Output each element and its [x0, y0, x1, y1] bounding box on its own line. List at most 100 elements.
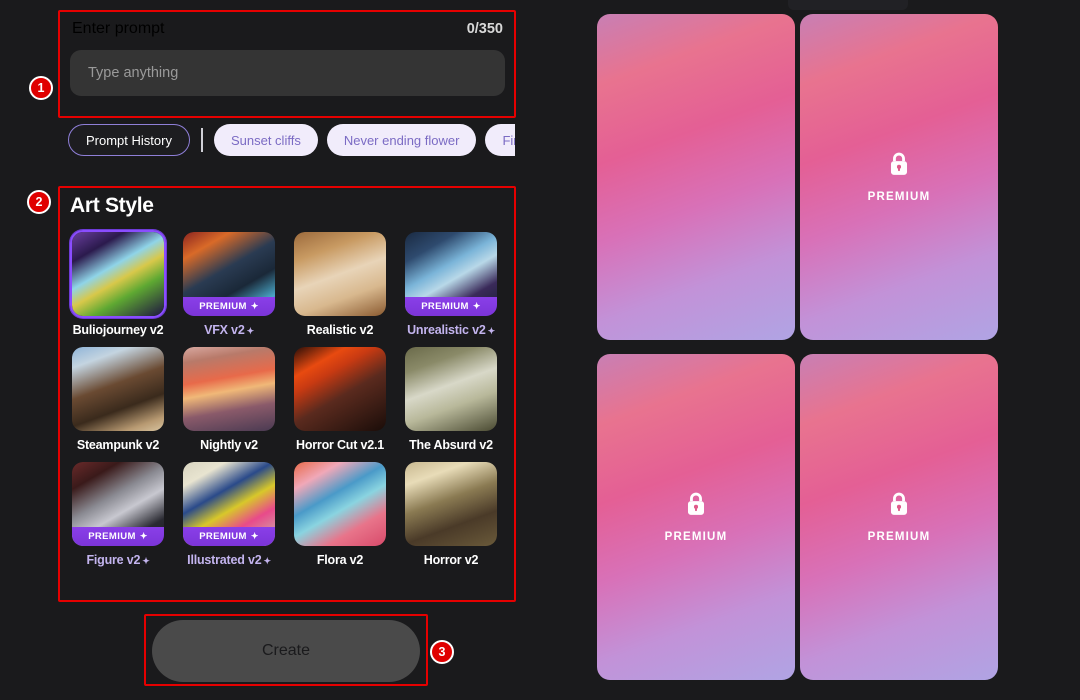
premium-badge-label: PREMIUM — [199, 301, 247, 312]
sparkle-icon: ✦ — [487, 326, 496, 336]
results-panel: PREMIUM PREMIUM PREMIUM — [590, 0, 1080, 700]
art-style-label-text: Steampunk v2 — [76, 438, 160, 452]
art-style-thumbnail: PREMIUM ✦ — [403, 230, 499, 318]
premium-badge: PREMIUM ✦ — [72, 527, 164, 546]
results-grid: PREMIUM PREMIUM PREMIUM — [597, 14, 998, 680]
art-style-thumbnail — [70, 345, 166, 433]
art-style-preview-image — [72, 347, 164, 431]
art-style-section: Art Style Buliojourney v2 PREMIUM ✦ VFX v2 ✦… — [58, 186, 515, 601]
prompt-header: Enter prompt 0/350 — [70, 20, 505, 38]
sparkle-icon: ✦ — [139, 531, 148, 541]
prompt-section: Enter prompt 0/350 — [60, 12, 515, 117]
art-style-preview-image — [405, 462, 497, 546]
premium-label: PREMIUM — [664, 531, 728, 543]
art-style-tile-flora-v2[interactable]: Flora v2 — [292, 460, 388, 567]
art-style-tile-realistic-v2[interactable]: Realistic v2 — [292, 230, 388, 337]
art-style-label: Unrealistic v2 ✦ — [403, 323, 499, 337]
create-button[interactable]: Create — [152, 620, 420, 682]
premium-label: PREMIUM — [867, 531, 931, 543]
art-style-preview-image — [294, 232, 386, 316]
art-style-label: Nightly v2 — [181, 438, 277, 452]
premium-badge: PREMIUM ✦ — [405, 297, 497, 316]
prompt-history-button[interactable]: Prompt History — [68, 124, 190, 156]
art-style-thumbnail — [292, 345, 388, 433]
art-style-label-text: Realistic v2 — [306, 323, 374, 337]
art-style-tile-nightly-v2[interactable]: Nightly v2 — [181, 345, 277, 452]
premium-lock-overlay: PREMIUM — [800, 14, 998, 340]
art-style-title: Art Style — [70, 194, 154, 217]
premium-badge-label: PREMIUM — [199, 531, 247, 542]
sparkle-icon: ✦ — [250, 301, 259, 311]
lock-icon — [886, 151, 912, 182]
art-style-label: Steampunk v2 — [70, 438, 166, 452]
suggestion-chip-sunset-cliffs[interactable]: Sunset cliffs — [213, 124, 318, 156]
art-style-label: Horror v2 — [403, 553, 499, 567]
premium-label: PREMIUM — [867, 191, 931, 203]
art-style-label: VFX v2 ✦ — [181, 323, 277, 337]
art-style-label: Realistic v2 — [292, 323, 388, 337]
art-style-preview-image — [294, 462, 386, 546]
chip-divider — [200, 128, 203, 152]
suggestion-chip-never-ending-flower[interactable]: Never ending flower — [326, 124, 477, 156]
art-style-thumbnail — [403, 345, 499, 433]
result-card-2[interactable]: PREMIUM — [800, 14, 998, 340]
art-style-label: Illustrated v2 ✦ — [181, 553, 277, 567]
art-style-thumbnail — [181, 345, 277, 433]
result-card-1[interactable] — [597, 14, 795, 340]
art-style-label-text: Unrealistic v2 — [407, 323, 486, 337]
art-style-thumbnail: PREMIUM ✦ — [181, 460, 277, 548]
art-style-preview-image — [72, 232, 164, 316]
art-style-grid: Buliojourney v2 PREMIUM ✦ VFX v2 ✦ Realistic … — [70, 230, 503, 567]
art-style-label-text: Flora v2 — [316, 553, 364, 567]
sparkle-icon: ✦ — [472, 301, 481, 311]
art-style-tile-horror-v2[interactable]: Horror v2 — [403, 460, 499, 567]
premium-badge: PREMIUM ✦ — [183, 527, 275, 546]
art-style-tile-horror-cut-v2-1[interactable]: Horror Cut v2.1 — [292, 345, 388, 452]
art-style-thumbnail — [292, 460, 388, 548]
art-style-label-text: The Absurd v2 — [409, 438, 493, 452]
premium-badge-label: PREMIUM — [88, 531, 136, 542]
suggestion-chip-fire-and-w[interactable]: Fire and w — [485, 124, 515, 156]
art-style-preview-image — [294, 347, 386, 431]
art-style-label: Horror Cut v2.1 — [292, 438, 388, 452]
premium-lock-overlay: PREMIUM — [597, 354, 795, 680]
lock-icon — [886, 491, 912, 522]
art-style-thumbnail — [70, 230, 166, 318]
art-style-tile-figure-v2[interactable]: PREMIUM ✦ Figure v2 ✦ — [70, 460, 166, 567]
premium-badge: PREMIUM ✦ — [183, 297, 275, 316]
art-style-tile-buliojourney-v2[interactable]: Buliojourney v2 — [70, 230, 166, 337]
art-style-label-text: Figure v2 — [86, 553, 141, 567]
sparkle-icon: ✦ — [263, 556, 271, 566]
art-style-label-text: Horror v2 — [423, 553, 479, 567]
art-style-tile-the-absurd-v2[interactable]: The Absurd v2 — [403, 345, 499, 452]
art-style-label: Buliojourney v2 — [70, 323, 166, 337]
generator-controls-panel: Enter prompt 0/350 Prompt History Sunset… — [0, 0, 530, 700]
prompt-character-counter: 0/350 — [466, 21, 503, 37]
art-style-label-text: Buliojourney v2 — [72, 323, 164, 337]
prompt-suggestions-row: Prompt History Sunset cliffs Never endin… — [68, 122, 515, 158]
art-style-tile-vfx-v2[interactable]: PREMIUM ✦ VFX v2 ✦ — [181, 230, 277, 337]
prompt-title: Enter prompt — [72, 20, 165, 37]
create-button-wrap: Create — [152, 620, 420, 682]
art-style-thumbnail — [292, 230, 388, 318]
art-style-label: Figure v2 ✦ — [70, 553, 166, 567]
sparkle-icon: ✦ — [250, 531, 259, 541]
art-style-label: Flora v2 — [292, 553, 388, 567]
art-style-label-text: Horror Cut v2.1 — [296, 438, 384, 452]
art-style-tile-illustrated-v2[interactable]: PREMIUM ✦ Illustrated v2 ✦ — [181, 460, 277, 567]
premium-lock-overlay: PREMIUM — [800, 354, 998, 680]
prompt-input[interactable] — [70, 50, 505, 96]
art-style-preview-image — [183, 347, 275, 431]
premium-badge-label: PREMIUM — [421, 301, 469, 312]
art-style-label-text: Illustrated v2 — [187, 553, 262, 567]
art-style-thumbnail: PREMIUM ✦ — [70, 460, 166, 548]
sparkle-icon: ✦ — [142, 556, 150, 566]
art-style-tile-unrealistic-v2[interactable]: PREMIUM ✦ Unrealistic v2 ✦ — [403, 230, 499, 337]
art-style-label-text: VFX v2 — [204, 323, 245, 337]
art-style-label: The Absurd v2 — [403, 438, 499, 452]
app-root: Enter prompt 0/350 Prompt History Sunset… — [0, 0, 1080, 700]
result-card-4[interactable]: PREMIUM — [800, 354, 998, 680]
result-card-3[interactable]: PREMIUM — [597, 354, 795, 680]
art-style-tile-steampunk-v2[interactable]: Steampunk v2 — [70, 345, 166, 452]
lock-icon — [683, 491, 709, 522]
